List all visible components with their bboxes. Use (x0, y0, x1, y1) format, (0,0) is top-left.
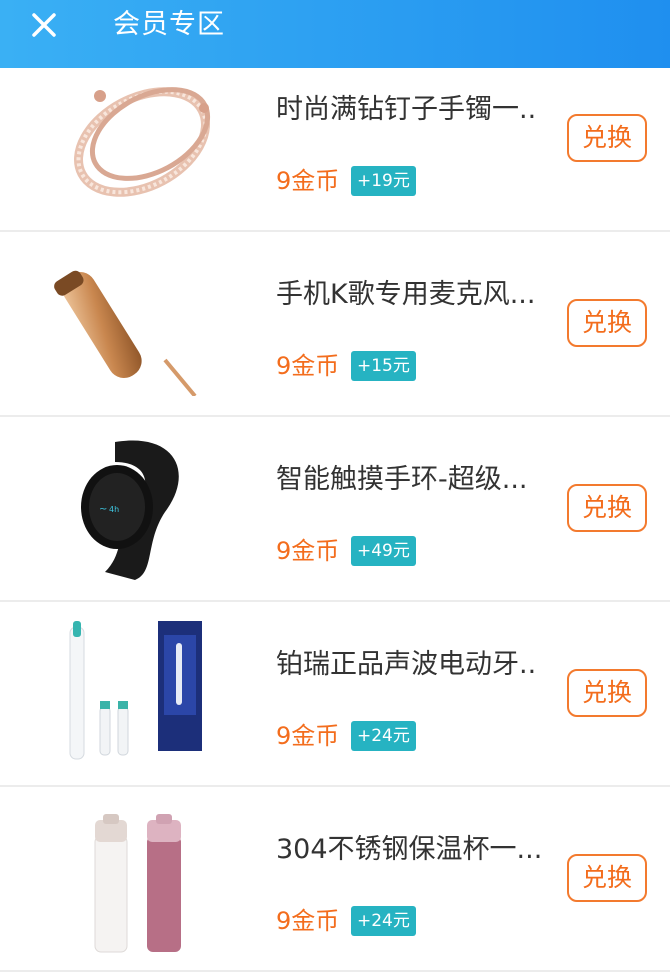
bangle-bracelet-image[interactable] (40, 72, 250, 212)
cash-tag: +24元 (351, 721, 416, 751)
product-price: 9金币 (276, 722, 340, 750)
product-price: 9金币 (276, 167, 340, 195)
exchange-button[interactable]: 兑换 (567, 299, 647, 347)
product-item[interactable]: ~ 4h 智能触摸手环-超级... 9金币 +49元 兑换 (0, 417, 670, 602)
cash-tag: +19元 (351, 166, 416, 196)
electric-toothbrush-image[interactable] (40, 621, 250, 762)
product-price: 9金币 (276, 352, 340, 380)
product-price: 9金币 (276, 537, 340, 565)
microphone-image[interactable] (40, 256, 250, 396)
thermos-cups-image[interactable] (40, 811, 250, 953)
product-item[interactable]: 铂瑞正品声波电动牙.. 9金币 +24元 兑换 (0, 602, 670, 787)
exchange-button[interactable]: 兑换 (567, 484, 647, 532)
product-name[interactable]: 铂瑞正品声波电动牙.. (276, 645, 551, 685)
page-title: 会员专区 (113, 9, 225, 40)
close-button[interactable] (28, 10, 60, 40)
smart-band-image[interactable]: ~ 4h (40, 437, 250, 580)
product-item[interactable]: 304不锈钢保温杯一... 9金币 +24元 兑换 (0, 787, 670, 972)
exchange-button[interactable]: 兑换 (567, 854, 647, 902)
product-name[interactable]: 时尚满钻钉子手镯一.. (276, 90, 551, 130)
cash-tag: +24元 (351, 906, 416, 936)
app-header: 会员专区 (0, 0, 670, 68)
product-name[interactable]: 304不锈钢保温杯一... (276, 830, 551, 870)
product-name[interactable]: 手机K歌专用麦克风... (276, 275, 551, 315)
cash-tag: +15元 (351, 351, 416, 381)
svg-text:4h: 4h (109, 505, 119, 514)
close-icon (32, 13, 56, 37)
product-price: 9金币 (276, 907, 340, 935)
product-item[interactable]: 时尚满钻钉子手镯一.. 9金币 +19元 兑换 (0, 68, 670, 232)
product-item[interactable]: 手机K歌专用麦克风... 9金币 +15元 兑换 (0, 232, 670, 417)
svg-text:~: ~ (99, 504, 107, 515)
exchange-button[interactable]: 兑换 (567, 114, 647, 162)
exchange-button[interactable]: 兑换 (567, 669, 647, 717)
cash-tag: +49元 (351, 536, 416, 566)
product-list: 时尚满钻钉子手镯一.. 9金币 +19元 兑换 手机K歌专用麦克风... 9金币 (0, 68, 670, 972)
product-name[interactable]: 智能触摸手环-超级... (276, 460, 551, 500)
